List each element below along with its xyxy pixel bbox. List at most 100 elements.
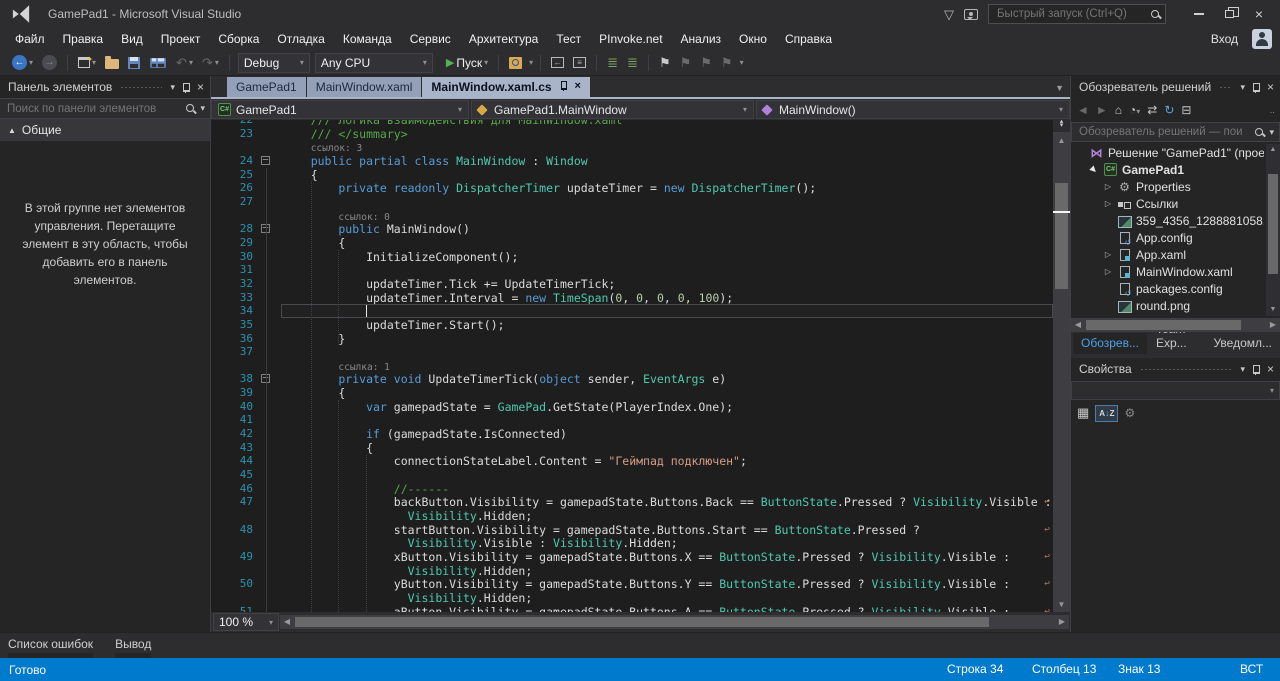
code-line-27[interactable]: 27	[211, 195, 1053, 209]
pin-icon[interactable]	[181, 82, 191, 93]
open-file-button[interactable]	[103, 55, 121, 71]
toolbar-overflow-icon-2[interactable]: ▾	[740, 58, 743, 67]
code-line-37[interactable]: 37	[211, 345, 1053, 359]
split-window-grip[interactable]: ▴▾	[1053, 120, 1070, 133]
code-line-33[interactable]: 33 updateTimer.Interval = new TimeSpan(0…	[211, 291, 1053, 305]
scroll-right-arrow[interactable]: ▶	[1266, 318, 1280, 332]
solution-platform-combobox[interactable]: Any CPU▾	[315, 53, 433, 73]
menu-item-1[interactable]: Правка	[54, 29, 113, 49]
tree-item-ссылки[interactable]: ▷Ссылки	[1071, 195, 1280, 212]
code-line-wrap[interactable]: Visibility.Visible : Visibility.Hidden;	[211, 536, 1053, 550]
code-line-43[interactable]: 43 {	[211, 441, 1053, 455]
tree-item-app-xaml[interactable]: ▷App.xaml	[1071, 246, 1280, 263]
chevron-down-icon[interactable]: ▾	[200, 103, 205, 114]
save-button[interactable]	[126, 55, 142, 71]
codelens-row[interactable]: ссылок: 0	[211, 209, 1053, 223]
window-position-icon[interactable]: ▾	[170, 82, 175, 93]
sign-in-button[interactable]: Вход	[1211, 32, 1238, 46]
codelens-row[interactable]: ссылок: 3	[211, 140, 1053, 154]
user-avatar[interactable]	[1252, 29, 1272, 49]
menu-item-5[interactable]: Отладка	[268, 29, 333, 49]
toolbox-search-box[interactable]: ▾	[0, 98, 210, 119]
code-line-45[interactable]: 45	[211, 468, 1053, 482]
code-editor[interactable]: 22 /// Логика взаимодействия для MainWin…	[211, 120, 1070, 612]
member-dropdown[interactable]: MainWindow()▾	[756, 100, 1070, 119]
codelens-references[interactable]: ссылок: 0	[338, 212, 389, 223]
toolbox-search-input[interactable]	[5, 102, 181, 116]
menu-item-9[interactable]: Тест	[547, 29, 590, 49]
toolbar-overflow-icon[interactable]: ▾	[529, 58, 532, 67]
codelens-references[interactable]: ссылок: 3	[311, 143, 362, 154]
code-line-31[interactable]: 31	[211, 263, 1053, 277]
refresh-icon[interactable]: ↻	[1164, 104, 1174, 116]
document-list-dropdown-icon[interactable]: ▼	[1055, 83, 1064, 93]
scroll-up-arrow[interactable]: ▲	[1053, 134, 1070, 148]
quick-launch-input[interactable]	[995, 7, 1150, 21]
code-line-46[interactable]: 46 //------	[211, 482, 1053, 496]
codelens-references[interactable]: ссылка: 1	[338, 362, 389, 373]
menu-item-10[interactable]: PInvoke.net	[590, 29, 671, 49]
code-line-26[interactable]: 26 private readonly DispatcherTimer upda…	[211, 181, 1053, 195]
code-line-29[interactable]: 29 {	[211, 236, 1053, 250]
menu-item-11[interactable]: Анализ	[672, 29, 731, 49]
document-tab-0[interactable]: GamePad1	[227, 77, 306, 97]
zoom-combobox[interactable]: 100 %▾	[213, 613, 279, 631]
new-project-button[interactable]: ✦▾	[76, 55, 98, 70]
code-line-35[interactable]: 35 updateTimer.Start();	[211, 318, 1053, 332]
code-line-wrap[interactable]: Visibility.Hidden;	[211, 509, 1053, 523]
panel-drag-grip[interactable]	[1140, 367, 1233, 372]
code-line-36[interactable]: 36 }	[211, 332, 1053, 346]
code-line-48[interactable]: 48 startButton.Visibility = gamepadState…	[211, 523, 1053, 537]
code-line-28[interactable]: 28– public MainWindow()	[211, 222, 1053, 236]
menu-item-8[interactable]: Архитектура	[460, 29, 548, 49]
tree-item-app-config[interactable]: App.config	[1071, 229, 1280, 246]
close-button[interactable]: ×	[1244, 2, 1274, 26]
scrollbar-thumb[interactable]	[1055, 183, 1068, 289]
tree-item-mainwindow-xaml[interactable]: ▷MainWindow.xaml	[1071, 263, 1280, 280]
code-line-30[interactable]: 30 InitializeComponent();	[211, 250, 1053, 264]
collapsed-arrow-icon[interactable]: ▷	[1103, 250, 1113, 259]
collapse-all-icon[interactable]: ⊟	[1181, 104, 1191, 116]
document-tab-1[interactable]: MainWindow.xaml	[307, 77, 422, 97]
toggle-bookmark-button[interactable]: ⚑	[657, 54, 673, 71]
scroll-down-arrow[interactable]: ▼	[1053, 598, 1070, 612]
solution-configuration-combobox[interactable]: Debug▾	[238, 53, 310, 73]
menu-item-6[interactable]: Команда	[334, 29, 401, 49]
menu-item-2[interactable]: Вид	[112, 29, 152, 49]
code-line-49[interactable]: 49 xButton.Visibility = gamepadState.But…	[211, 550, 1053, 564]
tool-tab-2[interactable]: Уведомл...	[1205, 333, 1280, 354]
panel-drag-grip[interactable]	[1219, 85, 1232, 90]
code-line-38[interactable]: 38– private void UpdateTimerTick(object …	[211, 372, 1053, 386]
code-line-39[interactable]: 39 {	[211, 386, 1053, 400]
scrollbar-thumb[interactable]	[295, 617, 989, 627]
increase-indent-button[interactable]: ≣	[625, 54, 640, 71]
panel-drag-grip[interactable]	[120, 85, 162, 90]
type-dropdown[interactable]: GamePad1.MainWindow▾	[471, 100, 754, 119]
expanded-arrow-icon[interactable]: ▶	[1087, 163, 1100, 176]
scrollbar-thumb[interactable]	[1086, 320, 1241, 330]
pin-icon[interactable]	[1251, 82, 1261, 93]
properties-object-combobox[interactable]: ▾	[1071, 381, 1280, 400]
editor-vertical-scrollbar[interactable]: ▴▾ ▲ ▼	[1053, 120, 1070, 612]
minimize-button[interactable]	[1184, 2, 1214, 26]
home-icon[interactable]: ⌂	[1115, 104, 1122, 116]
sync-with-active-document-icon[interactable]: ⇄	[1147, 104, 1157, 116]
close-icon[interactable]: ×	[197, 80, 204, 94]
alphabetical-sort-icon[interactable]: A↓Z	[1095, 405, 1118, 422]
save-all-button[interactable]	[147, 55, 169, 71]
solution-explorer-search-box[interactable]: ▾	[1071, 122, 1280, 142]
tree-horizontal-scrollbar[interactable]: ◀ ▶	[1071, 318, 1280, 332]
collapsed-arrow-icon[interactable]: ▷	[1103, 267, 1113, 276]
scroll-down-arrow[interactable]: ▼	[1266, 304, 1280, 316]
restore-button[interactable]	[1214, 2, 1244, 26]
menu-item-12[interactable]: Окно	[730, 29, 776, 49]
code-line-42[interactable]: 42 if (gamepadState.IsConnected)	[211, 427, 1053, 441]
collapsed-arrow-icon[interactable]: ▷	[1103, 199, 1113, 208]
code-line-wrap[interactable]: Visibility.Hidden;	[211, 591, 1053, 605]
categorized-view-icon[interactable]: ▦	[1077, 405, 1089, 421]
tree-vertical-scrollbar[interactable]: ▲ ▼	[1266, 144, 1280, 316]
collapse-region-icon[interactable]: –	[261, 156, 270, 165]
code-line-22[interactable]: 22 /// Логика взаимодействия для MainWin…	[211, 120, 1053, 127]
decrease-indent-button[interactable]: ≣	[605, 54, 620, 71]
menu-item-7[interactable]: Сервис	[401, 29, 460, 49]
